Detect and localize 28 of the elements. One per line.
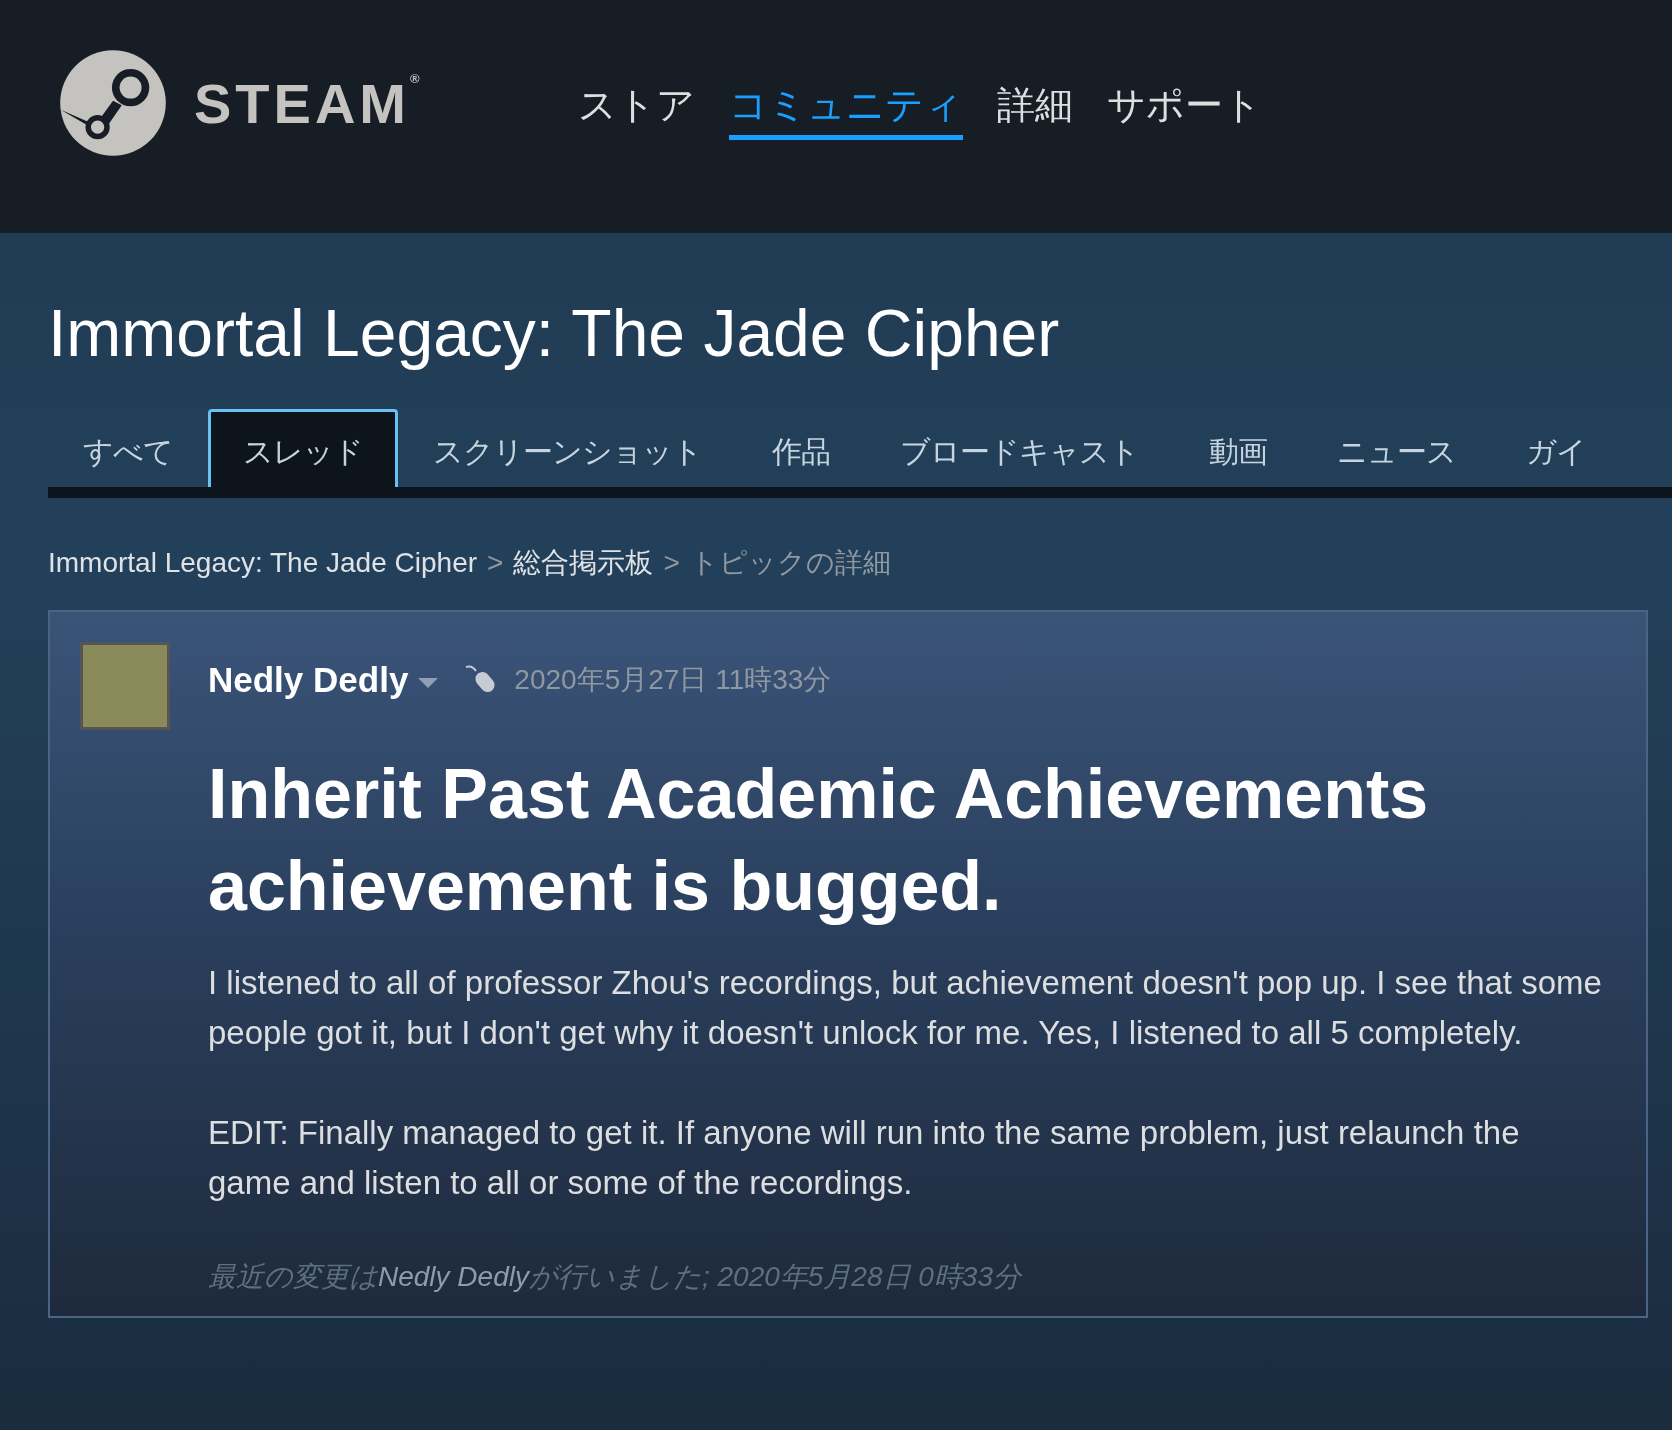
tab[interactable]: ニュース: [1302, 409, 1491, 487]
breadcrumb-link[interactable]: 総合掲示板: [513, 544, 654, 582]
post-paragraph: I listened to all of professor Zhou's recordings, but achievement doesn't pop up. I see that some people got it, but I don't get why it doesn't unlock for me. Yes, I listened to all 5 completely.: [208, 963, 1603, 1053]
post-paragraph: EDIT: Finally managed to get it. If anyone will run into the same problem, just relaunch the game and listen to all or some of the recordings.: [208, 1113, 1521, 1203]
tab[interactable]: 作品: [737, 409, 865, 487]
tab[interactable]: スクリーンショット: [398, 409, 737, 487]
caret-icon[interactable]: [418, 678, 439, 688]
tab[interactable]: すべて: [48, 409, 208, 487]
tab[interactable]: 動画: [1174, 409, 1302, 487]
breadcrumb-link[interactable]: Immortal Legacy: The Jade Cipher: [48, 547, 478, 579]
game-title: Immortal Legacy: The Jade Cipher: [48, 295, 1061, 371]
steam-logo-icon[interactable]: [58, 48, 168, 158]
tab[interactable]: スレッド: [208, 409, 398, 487]
nav-link[interactable]: コミュニティ: [729, 80, 963, 140]
post-title: Inherit Past Academic Achievements achievement is bugged.: [208, 754, 1430, 927]
breadcrumb-separator: >: [663, 547, 680, 579]
author-name[interactable]: Nedly Dedly: [208, 660, 409, 700]
avatar-placeholder[interactable]: [80, 642, 170, 730]
nav-link[interactable]: ストア: [578, 80, 695, 140]
tab[interactable]: ガイ: [1491, 409, 1621, 487]
nav-link[interactable]: サポート: [1107, 80, 1262, 140]
nav-link[interactable]: 詳細: [997, 80, 1073, 140]
steam-logo-text[interactable]: STEAM$^{®}$: [194, 70, 420, 136]
tab[interactable]: ブロードキャスト: [865, 409, 1174, 487]
breadcrumb-current: トピックの詳細: [689, 546, 891, 580]
post-date: 2020年5月27日 11時33分: [514, 663, 832, 697]
breadcrumb-separator: >: [487, 547, 504, 579]
edit-note: 最近の変更はNedly Dedlyが行いました; 2020年5月28日 0時33分: [208, 1260, 1023, 1294]
